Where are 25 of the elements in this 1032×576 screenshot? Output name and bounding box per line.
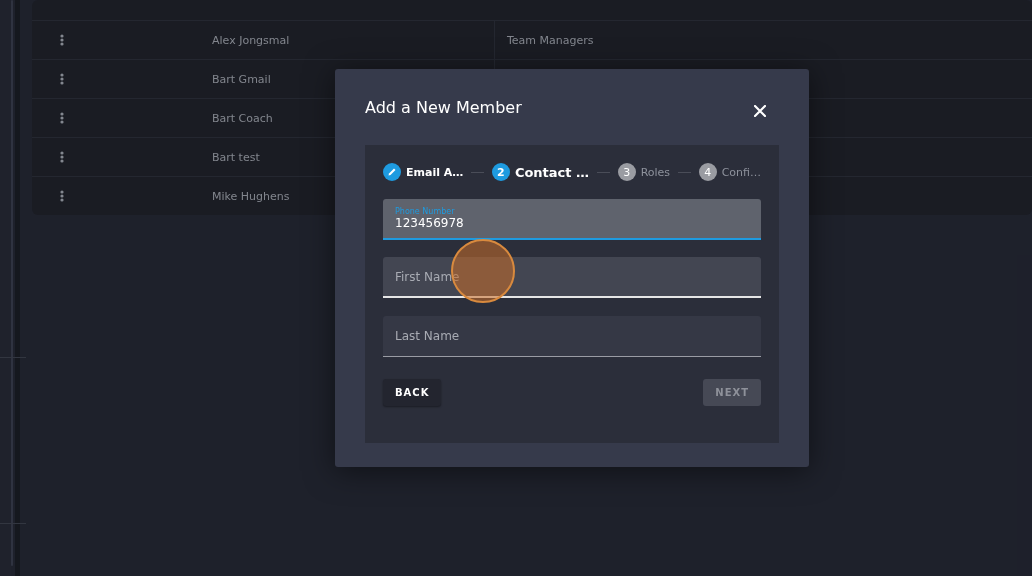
close-icon[interactable]: [754, 105, 766, 117]
member-role: Team Managers: [507, 33, 594, 47]
more-options-icon[interactable]: [60, 73, 64, 85]
more-options-icon[interactable]: [60, 34, 64, 46]
stepper-step[interactable]: 3 Roles: [617, 163, 671, 181]
pencil-icon: [383, 163, 401, 181]
step-number: 3: [617, 163, 636, 181]
input-field[interactable]: Last Name: [383, 316, 761, 357]
member-name: Mike Hughens: [212, 189, 290, 203]
more-options-icon[interactable]: [60, 190, 64, 202]
back-button[interactable]: BACK: [383, 379, 442, 406]
more-options-icon[interactable]: [60, 112, 64, 124]
dialog-title: Add a New Member: [365, 97, 522, 117]
stepper-step[interactable]: Email A…: [383, 163, 464, 181]
input-field[interactable]: Phone Number 123456978: [383, 199, 761, 240]
more-options-icon[interactable]: [60, 151, 64, 163]
member-name: Bart Gmail: [212, 72, 271, 86]
stepper-step[interactable]: 4 Confi…: [698, 163, 761, 181]
step-number: 4: [698, 163, 717, 181]
member-name: Bart test: [212, 150, 260, 164]
stepper-step[interactable]: 2 Contact …: [491, 163, 590, 181]
member-name: Alex Jongsmal: [212, 33, 290, 47]
field-label: Phone Number: [395, 207, 456, 216]
step-number: 2: [491, 163, 510, 181]
member-name: Bart Coach: [212, 111, 273, 125]
